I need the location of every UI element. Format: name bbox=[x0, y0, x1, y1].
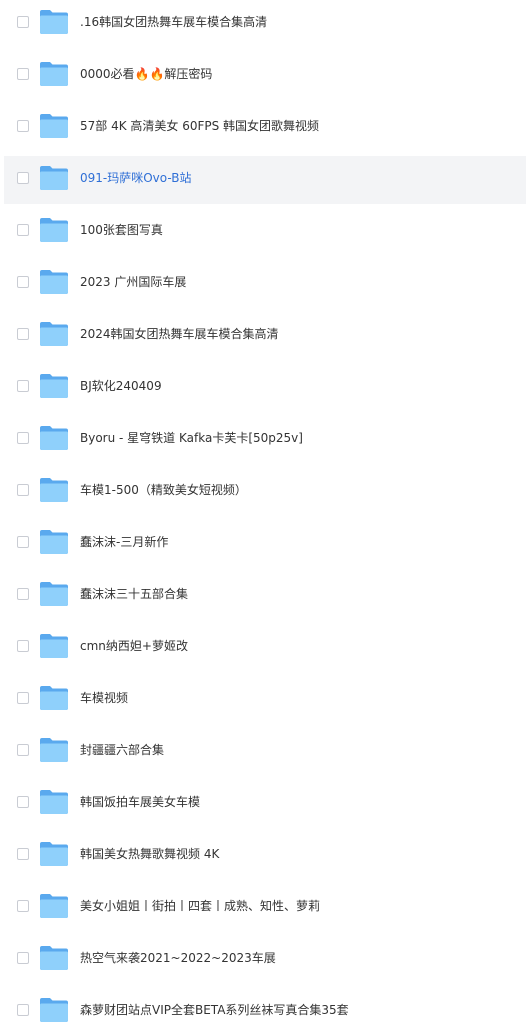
select-checkbox[interactable] bbox=[17, 900, 29, 912]
list-item[interactable]: 美女小姐姐丨街拍丨四套丨成熟、知性、萝莉 bbox=[4, 884, 526, 932]
item-name[interactable]: 0000必看🔥🔥解压密码 bbox=[80, 65, 212, 83]
select-checkbox[interactable] bbox=[17, 640, 29, 652]
file-list: .16韩国女团热舞车展车模合集高清 0000必看🔥🔥解压密码 57部 4K 高清美女… bbox=[0, 0, 526, 1023]
folder-icon bbox=[39, 893, 69, 919]
item-name[interactable]: 蠢沫沫-三月新作 bbox=[80, 533, 168, 551]
select-checkbox[interactable] bbox=[17, 848, 29, 860]
folder-icon bbox=[39, 737, 69, 763]
folder-icon bbox=[39, 269, 69, 295]
list-item[interactable]: 091-玛萨咪Ovo-B站 bbox=[4, 156, 526, 204]
select-checkbox[interactable] bbox=[17, 172, 29, 184]
folder-icon bbox=[39, 113, 69, 139]
select-checkbox[interactable] bbox=[17, 68, 29, 80]
item-name[interactable]: 森萝财团站点VIP全套BETA系列丝袜写真合集35套 bbox=[80, 1001, 349, 1019]
list-item[interactable]: 蠢沫沫三十五部合集 bbox=[4, 572, 526, 620]
folder-icon bbox=[39, 685, 69, 711]
list-item[interactable]: 韩国美女热舞歌舞视频 4K bbox=[4, 832, 526, 880]
select-checkbox[interactable] bbox=[17, 380, 29, 392]
item-name[interactable]: Byoru - 星穹铁道 Kafka卡芙卡[50p25v] bbox=[80, 429, 303, 447]
select-checkbox[interactable] bbox=[17, 744, 29, 756]
item-name[interactable]: 100张套图写真 bbox=[80, 221, 163, 239]
item-name[interactable]: 韩国饭拍车展美女车模 bbox=[80, 793, 200, 811]
list-item[interactable]: cmn纳西妲+萝姬改 bbox=[4, 624, 526, 672]
select-checkbox[interactable] bbox=[17, 796, 29, 808]
item-name[interactable]: 美女小姐姐丨街拍丨四套丨成熟、知性、萝莉 bbox=[80, 897, 320, 915]
item-name[interactable]: 蠢沫沫三十五部合集 bbox=[80, 585, 188, 603]
item-name[interactable]: 57部 4K 高清美女 60FPS 韩国女团歌舞视频 bbox=[80, 117, 319, 135]
list-item[interactable]: 热空气来袭2021~2022~2023车展 bbox=[4, 936, 526, 984]
select-checkbox[interactable] bbox=[17, 484, 29, 496]
folder-icon bbox=[39, 321, 69, 347]
list-item[interactable]: 韩国饭拍车展美女车模 bbox=[4, 780, 526, 828]
list-item[interactable]: BJ软化240409 bbox=[4, 364, 526, 412]
list-item[interactable]: 蠢沫沫-三月新作 bbox=[4, 520, 526, 568]
item-name[interactable]: 2023 广州国际车展 bbox=[80, 273, 186, 291]
item-name[interactable]: BJ软化240409 bbox=[80, 377, 162, 395]
list-item[interactable]: 0000必看🔥🔥解压密码 bbox=[4, 52, 526, 100]
list-item[interactable]: 57部 4K 高清美女 60FPS 韩国女团歌舞视频 bbox=[4, 104, 526, 152]
select-checkbox[interactable] bbox=[17, 224, 29, 236]
list-item[interactable]: 车模视频 bbox=[4, 676, 526, 724]
list-item[interactable]: .16韩国女团热舞车展车模合集高清 bbox=[4, 0, 526, 48]
folder-icon bbox=[39, 9, 69, 35]
folder-icon bbox=[39, 425, 69, 451]
folder-icon bbox=[39, 165, 69, 191]
folder-icon bbox=[39, 945, 69, 971]
list-item[interactable]: 100张套图写真 bbox=[4, 208, 526, 256]
folder-icon bbox=[39, 997, 69, 1023]
folder-icon bbox=[39, 633, 69, 659]
item-name[interactable]: 热空气来袭2021~2022~2023车展 bbox=[80, 949, 276, 967]
select-checkbox[interactable] bbox=[17, 276, 29, 288]
folder-icon bbox=[39, 789, 69, 815]
select-checkbox[interactable] bbox=[17, 432, 29, 444]
item-name[interactable]: 封疆疆六部合集 bbox=[80, 741, 164, 759]
folder-icon bbox=[39, 581, 69, 607]
item-name[interactable]: 车模视频 bbox=[80, 689, 128, 707]
select-checkbox[interactable] bbox=[17, 952, 29, 964]
item-name[interactable]: 091-玛萨咪Ovo-B站 bbox=[80, 169, 191, 187]
item-name[interactable]: .16韩国女团热舞车展车模合集高清 bbox=[80, 13, 267, 31]
select-checkbox[interactable] bbox=[17, 16, 29, 28]
list-item[interactable]: Byoru - 星穹铁道 Kafka卡芙卡[50p25v] bbox=[4, 416, 526, 464]
select-checkbox[interactable] bbox=[17, 328, 29, 340]
folder-icon bbox=[39, 529, 69, 555]
folder-icon bbox=[39, 477, 69, 503]
select-checkbox[interactable] bbox=[17, 1004, 29, 1016]
item-name[interactable]: cmn纳西妲+萝姬改 bbox=[80, 637, 188, 655]
folder-icon bbox=[39, 373, 69, 399]
folder-icon bbox=[39, 217, 69, 243]
list-item[interactable]: 2023 广州国际车展 bbox=[4, 260, 526, 308]
select-checkbox[interactable] bbox=[17, 692, 29, 704]
list-item[interactable]: 封疆疆六部合集 bbox=[4, 728, 526, 776]
select-checkbox[interactable] bbox=[17, 120, 29, 132]
select-checkbox[interactable] bbox=[17, 536, 29, 548]
folder-icon bbox=[39, 61, 69, 87]
list-item[interactable]: 2024韩国女团热舞车展车模合集高清 bbox=[4, 312, 526, 360]
item-name[interactable]: 2024韩国女团热舞车展车模合集高清 bbox=[80, 325, 279, 343]
select-checkbox[interactable] bbox=[17, 588, 29, 600]
item-name[interactable]: 车模1-500（精致美女短视频） bbox=[80, 481, 247, 499]
item-name[interactable]: 韩国美女热舞歌舞视频 4K bbox=[80, 845, 219, 863]
list-item[interactable]: 森萝财团站点VIP全套BETA系列丝袜写真合集35套 bbox=[4, 988, 526, 1023]
list-item[interactable]: 车模1-500（精致美女短视频） bbox=[4, 468, 526, 516]
folder-icon bbox=[39, 841, 69, 867]
